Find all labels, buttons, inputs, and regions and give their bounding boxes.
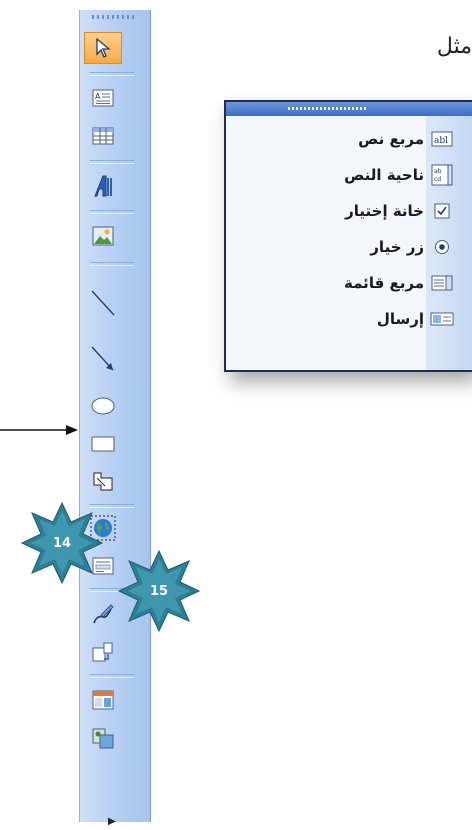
textbox-field-icon: abl <box>430 128 454 150</box>
rectangle-icon <box>91 436 115 452</box>
frame-button[interactable] <box>84 684 122 716</box>
panel-item-submit[interactable]: إرسال <box>226 302 472 338</box>
table-icon <box>92 127 114 145</box>
callout-badge-14: 14 <box>20 501 104 585</box>
oval-button[interactable] <box>84 390 122 422</box>
svg-text:abl: abl <box>434 136 448 146</box>
toolbar-more-icon[interactable]: ▶ <box>108 816 116 827</box>
pen-button[interactable] <box>84 598 122 630</box>
svg-text:A: A <box>95 92 101 101</box>
pen-icon <box>93 604 114 624</box>
panel-title-bar[interactable] <box>226 102 472 116</box>
frame-icon <box>92 690 114 710</box>
text-box-icon: A <box>92 89 114 107</box>
wordart-button[interactable] <box>84 170 122 202</box>
shapes-button[interactable] <box>84 466 122 498</box>
header-word: مثل <box>436 34 472 59</box>
line-icon <box>91 290 115 316</box>
list-box-icon <box>430 272 454 294</box>
insert-icon <box>92 642 113 662</box>
panel-item-textarea[interactable]: ناحية النص ab cd <box>226 158 472 194</box>
wordart-icon <box>94 175 112 197</box>
panel-item-checkbox[interactable]: خانة إختيار <box>226 194 472 230</box>
arrow-line-icon <box>91 346 114 371</box>
forms-toolbar-panel: مربع نص abl ناحية النص ab cd خانة إختيار … <box>224 100 472 372</box>
text-box-button[interactable]: A <box>84 82 122 114</box>
rectangle-button[interactable] <box>84 428 122 460</box>
panel-item-listbox[interactable]: مربع قائمة <box>226 266 472 302</box>
select-button[interactable] <box>84 32 122 64</box>
shapes-icon <box>93 472 113 491</box>
submit-icon <box>430 308 454 330</box>
svg-text:cd: cd <box>434 176 441 183</box>
panel-item-textbox[interactable]: مربع نص abl <box>226 122 472 158</box>
textarea-icon: ab cd <box>430 164 454 186</box>
checkbox-icon <box>430 200 454 222</box>
panel-item-radio[interactable]: زر خيار <box>226 230 472 266</box>
drawing-toolbar: A ▶ <box>79 10 151 827</box>
arrow-button[interactable] <box>84 336 122 382</box>
picture-button[interactable] <box>84 220 122 252</box>
oval-icon <box>91 397 115 415</box>
select-arrow-icon <box>96 38 111 58</box>
pointer-arrow-icon <box>0 425 78 435</box>
insert-button[interactable] <box>84 636 122 668</box>
badge-number: 15 <box>149 583 169 599</box>
clipart-icon <box>92 728 114 749</box>
table-button[interactable] <box>84 120 122 152</box>
line-button[interactable] <box>84 272 122 334</box>
radio-button-icon <box>430 236 454 258</box>
callout-badge-15: 15 <box>117 549 201 633</box>
picture-icon <box>92 226 114 246</box>
badge-number: 14 <box>52 535 72 551</box>
svg-text:ab: ab <box>434 168 442 175</box>
toolbar-grip[interactable] <box>92 15 136 19</box>
clipart-button[interactable] <box>84 722 122 754</box>
